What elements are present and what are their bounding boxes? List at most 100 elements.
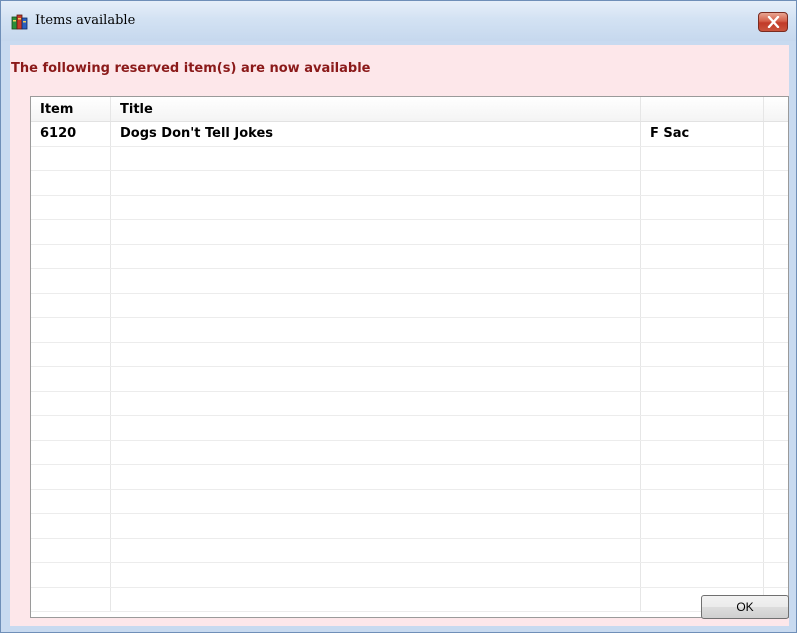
column-header-location[interactable]: [641, 97, 764, 121]
cell-item: [31, 342, 111, 366]
cell-extra: [764, 392, 788, 416]
cell-extra: [764, 171, 788, 195]
cell-extra: [764, 343, 788, 367]
cell-extra: [764, 147, 788, 171]
cell-title: [111, 293, 641, 317]
cell-title: [111, 269, 641, 293]
table-row[interactable]: [31, 318, 788, 343]
cell-location: [641, 465, 764, 489]
cell-location: [641, 514, 764, 538]
cell-title: [111, 391, 641, 415]
table-row[interactable]: [31, 538, 788, 563]
close-button[interactable]: [758, 12, 788, 32]
cell-item: [31, 195, 111, 219]
cell-title: [111, 440, 641, 464]
items-table[interactable]: Item Title 6120 Dogs Don't Tell Jokes F Sa…: [30, 96, 789, 618]
table-row[interactable]: [31, 342, 788, 367]
cell-title: [111, 587, 641, 611]
cell-item: [31, 465, 111, 489]
cell-title: [111, 465, 641, 489]
ok-button[interactable]: OK: [701, 595, 789, 619]
table-row[interactable]: [31, 489, 788, 514]
title-bar[interactable]: Items available: [1, 1, 796, 41]
cell-item: [31, 220, 111, 244]
cell-title: [111, 416, 641, 440]
cell-title: [111, 244, 641, 268]
window-title: Items available: [35, 13, 136, 28]
cell-item: [31, 318, 111, 342]
column-header-extra[interactable]: [764, 97, 788, 121]
table-row[interactable]: [31, 391, 788, 416]
cell-item: [31, 440, 111, 464]
cell-title: [111, 146, 641, 170]
cell-title: [111, 563, 641, 587]
cell-extra: [764, 441, 788, 465]
column-header-title[interactable]: Title: [111, 97, 641, 121]
table-body: 6120 Dogs Don't Tell Jokes F Sac: [31, 122, 788, 612]
cell-title: [111, 514, 641, 538]
table-row[interactable]: 6120 Dogs Don't Tell Jokes F Sac: [31, 122, 788, 147]
table-row[interactable]: [31, 587, 788, 612]
cell-location: [641, 146, 764, 170]
table-row[interactable]: [31, 220, 788, 245]
column-header-item[interactable]: Item: [31, 97, 111, 121]
cell-location: [641, 318, 764, 342]
cell-item: [31, 514, 111, 538]
table-row[interactable]: [31, 416, 788, 441]
cell-item: [31, 489, 111, 513]
cell-title: [111, 538, 641, 562]
table-row[interactable]: [31, 244, 788, 269]
availability-message: The following reserved item(s) are now a…: [11, 61, 371, 76]
table-row[interactable]: [31, 269, 788, 294]
cell-item: [31, 563, 111, 587]
cell-location: [641, 293, 764, 317]
cell-extra: [764, 514, 788, 538]
cell-location: [641, 171, 764, 195]
table-row[interactable]: [31, 171, 788, 196]
close-icon: [767, 16, 780, 28]
table-row[interactable]: [31, 367, 788, 392]
cell-location: [641, 538, 764, 562]
cell-location: [641, 342, 764, 366]
table-row[interactable]: [31, 465, 788, 490]
cell-location: [641, 440, 764, 464]
cell-extra: [764, 539, 788, 563]
cell-item: [31, 244, 111, 268]
cell-title: [111, 171, 641, 195]
cell-extra: [764, 416, 788, 440]
cell-extra: [764, 465, 788, 489]
cell-extra: [764, 122, 788, 146]
cell-location: [641, 416, 764, 440]
cell-item: [31, 171, 111, 195]
cell-extra: [764, 196, 788, 220]
cell-item: [31, 269, 111, 293]
table-row[interactable]: [31, 195, 788, 220]
cell-location: [641, 195, 764, 219]
cell-extra: [764, 367, 788, 391]
cell-extra: [764, 563, 788, 587]
table-row[interactable]: [31, 514, 788, 539]
cell-item: [31, 391, 111, 415]
table-row[interactable]: [31, 293, 788, 318]
cell-item: 6120: [31, 122, 111, 146]
cell-location: [641, 391, 764, 415]
books-icon: [11, 12, 29, 30]
cell-item: [31, 538, 111, 562]
cell-item: [31, 416, 111, 440]
cell-title: [111, 489, 641, 513]
cell-location: [641, 563, 764, 587]
table-row[interactable]: [31, 146, 788, 171]
cell-location: [641, 220, 764, 244]
items-available-dialog: Items available The following reserved i…: [0, 0, 797, 633]
table-row[interactable]: [31, 440, 788, 465]
cell-location: [641, 367, 764, 391]
cell-title: Dogs Don't Tell Jokes: [111, 122, 641, 146]
table-row[interactable]: [31, 563, 788, 588]
cell-title: [111, 195, 641, 219]
cell-extra: [764, 245, 788, 269]
cell-location: [641, 244, 764, 268]
cell-extra: [764, 269, 788, 293]
cell-item: [31, 293, 111, 317]
cell-title: [111, 318, 641, 342]
dialog-body: The following reserved item(s) are now a…: [10, 45, 789, 626]
